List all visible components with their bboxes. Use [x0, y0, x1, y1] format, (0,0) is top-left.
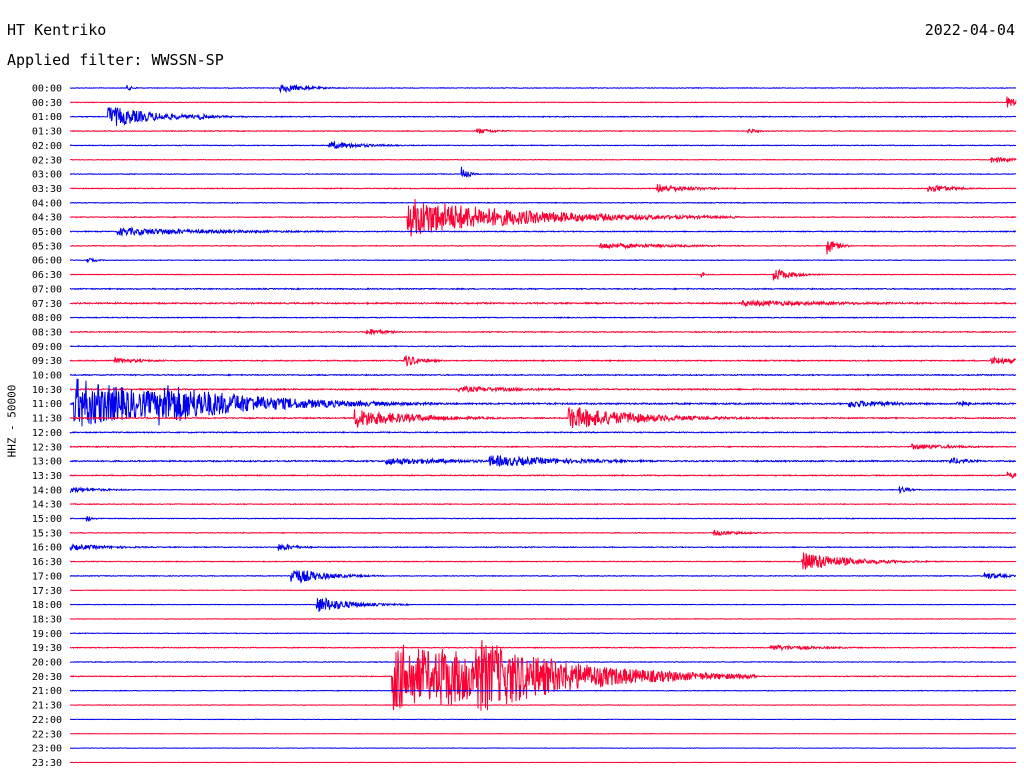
time-tick-label: 05:30	[32, 241, 62, 252]
trace-line	[70, 166, 1017, 178]
time-tick-label: 16:00	[32, 543, 62, 554]
trace-line	[69, 226, 1017, 237]
trace-line	[69, 443, 1017, 450]
time-tick-label: 00:30	[32, 98, 62, 109]
trace-line	[69, 689, 1017, 692]
trace-line	[69, 543, 1016, 551]
trace-line	[69, 268, 1017, 281]
time-tick-label: 15:00	[32, 514, 62, 525]
time-tick-label: 11:00	[32, 399, 62, 410]
trace-line	[69, 529, 1016, 537]
trace-line	[69, 617, 1016, 620]
time-tick-label: 04:00	[32, 198, 62, 209]
time-tick-label: 09:30	[32, 356, 62, 367]
trace-line	[69, 157, 1017, 164]
time-tick-label: 07:00	[32, 284, 62, 295]
trace-line	[69, 644, 1017, 652]
trace-line	[69, 471, 1017, 480]
trace-line	[69, 201, 1017, 204]
trace-line	[69, 406, 1017, 429]
trace-line	[69, 299, 1017, 308]
time-tick-label: 13:00	[32, 457, 62, 468]
trace-line	[69, 140, 1017, 150]
trace-line	[69, 704, 1017, 707]
trace-line	[70, 127, 1016, 135]
time-tick-label: 19:00	[32, 629, 62, 640]
trace-line	[69, 569, 1017, 585]
trace-line	[70, 632, 1017, 635]
helicorder-plot: 00:00 00:30 01:00 01:30 02:00 02:30 03:00 03:30…	[32, 84, 1017, 769]
trace-line	[69, 485, 1017, 495]
time-tick-label: 22:00	[32, 715, 62, 726]
time-tick-label: 10:30	[32, 385, 62, 396]
time-tick-label: 14:00	[32, 485, 62, 496]
time-tick-label: 01:30	[32, 127, 62, 138]
time-tick-label: 12:30	[32, 442, 62, 453]
time-tick-label: 08:00	[32, 313, 62, 324]
trace-line	[69, 107, 1017, 127]
time-tick-label: 23:00	[32, 744, 62, 755]
time-tick-label: 04:30	[32, 213, 62, 224]
time-tick-label: 11:30	[32, 414, 62, 425]
trace-line	[69, 385, 1017, 394]
time-tick-label: 03:00	[32, 170, 62, 181]
time-tick-label: 02:00	[32, 141, 62, 152]
trace-line	[69, 287, 1017, 291]
trace-line	[69, 373, 1017, 377]
trace-line	[69, 502, 1017, 506]
time-tick-label: 17:00	[32, 571, 62, 582]
time-tick-label: 01:00	[32, 112, 62, 123]
time-tick-label: 13:30	[32, 471, 62, 482]
time-tick-label: 02:30	[32, 155, 62, 166]
trace-line	[69, 96, 1017, 108]
time-tick-label: 22:30	[32, 729, 62, 740]
trace-rows	[69, 84, 1017, 764]
trace-line	[69, 454, 1017, 468]
trace-line	[70, 257, 1017, 264]
time-tick-label: 17:30	[32, 586, 62, 597]
time-tick-label: 23:30	[32, 758, 62, 769]
time-tick-label: 00:00	[32, 84, 62, 95]
trace-line	[69, 596, 1017, 612]
time-tick-label: 10:00	[32, 371, 62, 382]
trace-line	[69, 430, 1017, 434]
time-tick-label: 18:00	[32, 600, 62, 611]
trace-line	[69, 355, 1017, 367]
trace-line	[69, 84, 1016, 94]
time-tick-label: 16:30	[32, 557, 62, 568]
time-tick-label: 19:30	[32, 643, 62, 654]
time-tick-label: 09:00	[32, 342, 62, 353]
time-tick-label: 08:30	[32, 327, 62, 338]
time-tick-label: 14:30	[32, 500, 62, 511]
trace-line	[69, 552, 1016, 570]
time-tick-label: 12:00	[32, 428, 62, 439]
trace-line	[70, 328, 1017, 336]
time-tick-label: 20:30	[32, 672, 62, 683]
trace-line	[69, 316, 1017, 319]
time-tick-label: 20:00	[32, 658, 62, 669]
time-tick-label: 15:30	[32, 528, 62, 539]
trace-line	[69, 589, 1017, 592]
time-tick-label: 06:30	[32, 270, 62, 281]
trace-line	[69, 345, 1017, 348]
trace-line	[69, 516, 1017, 522]
trace-line	[69, 184, 1016, 193]
time-tick-label: 18:30	[32, 614, 62, 625]
time-tick-label: 03:30	[32, 184, 62, 195]
trace-line	[69, 639, 1017, 711]
trace-line	[69, 660, 1017, 664]
time-tick-labels: 00:00 00:30 01:00 01:30 02:00 02:30 03:00 03:30…	[32, 84, 62, 769]
trace-line	[69, 241, 1017, 255]
time-tick-label: 05:00	[32, 227, 62, 238]
time-tick-label: 21:00	[32, 686, 62, 697]
time-tick-label: 21:30	[32, 701, 62, 712]
time-tick-label: 06:00	[32, 256, 62, 267]
time-tick-label: 07:30	[32, 299, 62, 310]
